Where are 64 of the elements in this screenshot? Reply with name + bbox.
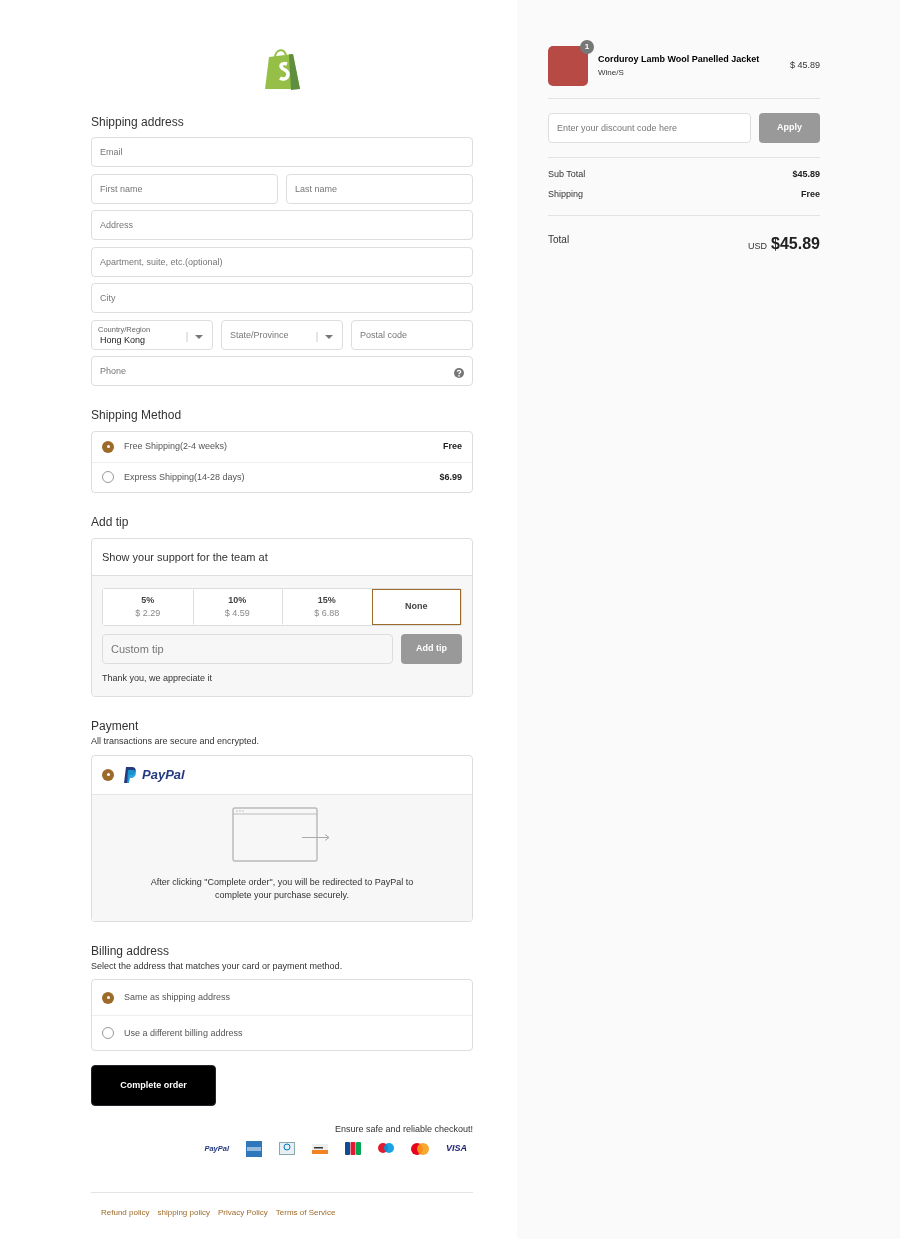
redirect-message: After clicking "Complete order", you will be redirected to PayPal to complete your purchase securely. — [149, 875, 415, 903]
section-subtitle: All transactions are secure and encrypted. — [91, 735, 261, 749]
option-label: Free Shipping(2-4 weeks) — [124, 440, 229, 454]
input-field[interactable]: City — [91, 283, 473, 314]
input-field[interactable]: Last name — [286, 173, 473, 204]
tip-note: Thank you, we appreciate it — [102, 672, 214, 686]
section-heading: Shipping address — [91, 115, 185, 130]
product-variant: Wine/S — [598, 66, 625, 79]
footer-link[interactable]: shipping policy — [157, 1206, 210, 1219]
product-price: $ 45.89 — [789, 59, 820, 73]
radio-button[interactable] — [102, 471, 114, 484]
summary-label: Shipping — [548, 187, 584, 201]
diners-card-icon — [279, 1142, 295, 1156]
input-field[interactable]: Custom tip — [102, 634, 393, 665]
option-price: Free — [443, 440, 462, 454]
radio-button[interactable] — [102, 1027, 114, 1040]
paypal-p-icon — [124, 766, 137, 783]
caret-down-icon — [316, 331, 336, 342]
shopping-bag-logo — [263, 47, 301, 91]
input-field[interactable]: Phone — [91, 356, 473, 387]
complete-order-button[interactable]: Complete order — [91, 1065, 216, 1107]
tip-option[interactable]: None — [371, 589, 461, 626]
footer-link[interactable]: Refund policy — [101, 1206, 150, 1219]
caret-down-icon — [186, 331, 206, 342]
footer-link[interactable]: Privacy Policy — [217, 1206, 268, 1219]
section-heading: Payment — [91, 718, 140, 734]
help-icon — [454, 368, 464, 378]
input-field[interactable]: Postal code — [351, 319, 473, 350]
total-label: Total — [548, 233, 570, 247]
option-label: Same as shipping address — [124, 991, 231, 1005]
total-amount: $45.89 — [771, 234, 820, 254]
quantity-badge: 1 — [580, 40, 594, 54]
input-field[interactable]: Enter your discount code here — [548, 113, 751, 143]
input-field[interactable]: Email — [91, 137, 473, 168]
discover-card-icon — [312, 1143, 328, 1154]
maestro-card-icon — [378, 1142, 394, 1156]
input-field[interactable]: First name — [91, 173, 278, 204]
browser-redirect-icon — [232, 806, 332, 863]
mastercard-icon — [411, 1142, 429, 1155]
footer-link[interactable]: Terms of Service — [275, 1206, 336, 1219]
summary-value: Free — [801, 187, 820, 201]
summary-value: $45.89 — [792, 168, 820, 181]
amex-card-icon — [246, 1140, 262, 1157]
input-field[interactable]: Address — [91, 210, 473, 241]
section-heading: Add tip — [91, 514, 130, 530]
radio-button[interactable] — [102, 991, 114, 1004]
select-field[interactable]: State/Province — [221, 319, 343, 350]
option-label: Use a different billing address — [124, 1026, 243, 1040]
currency-code: USD — [748, 240, 768, 253]
product-photo-placeholder — [548, 46, 588, 86]
radio-button[interactable] — [102, 768, 114, 781]
radio-button[interactable] — [102, 440, 114, 453]
paypal-wordmark: PayPal — [142, 765, 185, 784]
option-label: Express Shipping(14-28 days) — [124, 470, 246, 484]
input-field[interactable]: Apartment, suite, etc.(optional) — [91, 246, 473, 277]
option-price: $6.99 — [439, 470, 462, 484]
product-name: Corduroy Lamb Wool Panelled Jacket — [598, 53, 761, 67]
card-logo: VISA — [446, 1142, 467, 1156]
summary-label: Sub Total — [548, 168, 586, 181]
jcb-card-icon — [345, 1142, 361, 1156]
section-heading: Billing address — [91, 943, 171, 958]
section-heading: Shipping Method — [91, 408, 183, 423]
trust-caption: Ensure safe and reliable checkout! — [334, 1123, 473, 1137]
section-subtitle: Select the address that matches your card or payment method. — [91, 959, 344, 973]
